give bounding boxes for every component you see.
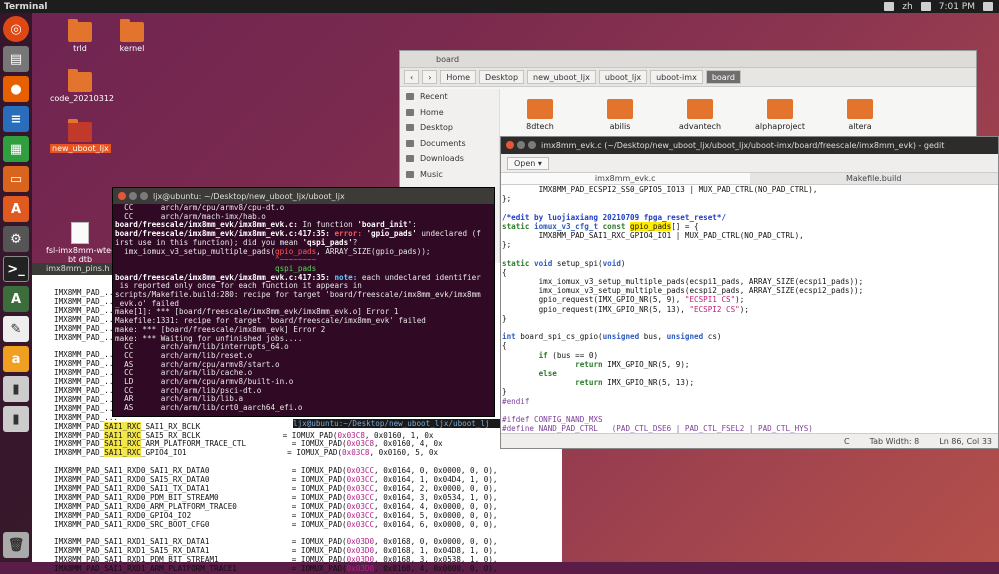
folder-item[interactable]: advantech xyxy=(660,99,740,131)
desktop-folder-kernel[interactable]: kernel xyxy=(102,19,162,53)
terminal-titlebar[interactable]: ljx@ubuntu: ~/Desktop/new_uboot_ljx/uboo… xyxy=(113,188,494,204)
gedit-code-view[interactable]: IMX8MM_PAD_ECSPI2_SS0_GPIO5_IO13 | MUX_P… xyxy=(501,185,998,433)
terminal-prompt-line[interactable]: ljx@ubuntu:~/Desktop/new_uboot_ljx/uboot… xyxy=(293,419,500,428)
crumb-uboot-ljx[interactable]: uboot_ljx xyxy=(598,70,648,84)
usb-drive-2-icon[interactable]: ▮ xyxy=(3,406,29,432)
sidebar-item-documents[interactable]: Documents xyxy=(400,136,499,152)
forward-button[interactable]: › xyxy=(422,70,438,84)
updater-icon[interactable]: A xyxy=(3,286,29,312)
folder-icon xyxy=(68,119,92,142)
terminal-window: ljx@ubuntu: ~/Desktop/new_uboot_ljx/uboo… xyxy=(112,187,495,417)
terminal-output[interactable]: CC arch/arm/cpu/armv8/cpu-dt.o CC arch/a… xyxy=(113,204,494,416)
sidebar-item-recent[interactable]: Recent xyxy=(400,89,499,105)
tab-imx8mm-evk[interactable]: imx8mm_evk.c xyxy=(501,173,750,184)
desktop-folder-new-uboot[interactable]: new_uboot_ljx xyxy=(50,119,111,153)
back-button[interactable]: ‹ xyxy=(404,70,420,84)
volume-icon[interactable] xyxy=(920,2,931,11)
desktop-file-dtb[interactable]: fsl-imx8mm-wte-bt dtb xyxy=(42,222,118,264)
folder-icon xyxy=(607,99,633,119)
desktop-folder-code[interactable]: code_20210312 xyxy=(50,69,114,103)
active-app-name[interactable]: Terminal xyxy=(0,2,48,12)
desktop-icon xyxy=(406,124,414,132)
calc-icon[interactable]: ▦ xyxy=(3,136,29,162)
file-icon xyxy=(71,222,89,244)
crumb-desktop[interactable]: Desktop xyxy=(479,70,525,84)
gedit-tabs: imx8mm_evk.c Makefile.build xyxy=(501,173,998,185)
fm-folder-grid: 8dtech abilis advantech alphaproject alt… xyxy=(500,91,976,131)
tab-makefile-build[interactable]: Makefile.build xyxy=(750,173,999,184)
minimize-icon[interactable] xyxy=(129,192,137,200)
open-button[interactable]: Open ▾ xyxy=(507,156,549,170)
close-icon[interactable] xyxy=(506,141,514,149)
fm-titlebar[interactable]: board xyxy=(400,51,976,68)
document-icon xyxy=(406,139,414,147)
clock-icon xyxy=(406,93,414,101)
folder-icon xyxy=(847,99,873,119)
folder-icon xyxy=(527,99,553,119)
usb-drive-icon[interactable]: ▮ xyxy=(3,376,29,402)
folder-icon xyxy=(767,99,793,119)
crumb-home[interactable]: Home xyxy=(440,70,477,84)
sidebar-item-downloads[interactable]: Downloads xyxy=(400,151,499,167)
fm-pathbar: ‹ › Home Desktop new_uboot_ljx uboot_ljx… xyxy=(400,68,976,87)
folder-icon xyxy=(68,19,92,42)
language-selector[interactable]: C xyxy=(844,437,850,446)
folder-item[interactable]: altera xyxy=(820,99,900,131)
trash-icon[interactable]: 🗑 xyxy=(3,532,29,558)
input-method-indicator[interactable]: zh xyxy=(902,2,912,12)
folder-icon xyxy=(687,99,713,119)
maximize-icon[interactable] xyxy=(140,192,148,200)
firefox-icon[interactable]: ● xyxy=(3,76,29,102)
folder-item[interactable]: abilis xyxy=(580,99,660,131)
settings-icon[interactable]: ⚙ xyxy=(3,226,29,252)
text-editor-icon[interactable]: ✎ xyxy=(3,316,29,342)
home-icon xyxy=(406,108,414,116)
gedit-titlebar[interactable]: imx8mm_evk.c (~/Desktop/new_uboot_ljx/ub… xyxy=(501,137,998,154)
gedit-window: imx8mm_evk.c (~/Desktop/new_uboot_ljx/ub… xyxy=(500,136,999,449)
writer-icon[interactable]: ≡ xyxy=(3,106,29,132)
gedit-statusbar: C Tab Width: 8 Ln 86, Col 33 xyxy=(501,433,998,448)
crumb-uboot-imx[interactable]: uboot-imx xyxy=(650,70,703,84)
folder-item[interactable]: 8dtech xyxy=(500,99,580,131)
gedit-toolbar: Open ▾ xyxy=(501,154,998,173)
ubuntu-dash-icon[interactable]: ◎ xyxy=(3,16,29,42)
folder-icon xyxy=(120,19,144,42)
power-icon[interactable] xyxy=(983,2,993,11)
network-icon[interactable] xyxy=(884,2,895,11)
launcher-dock: ◎ ▤ ● ≡ ▦ ▭ A ⚙ >_ A ✎ a ▮ ▮ 🗑 xyxy=(0,13,32,562)
impress-icon[interactable]: ▭ xyxy=(3,166,29,192)
crumb-board[interactable]: board xyxy=(705,70,741,84)
sidebar-item-desktop[interactable]: Desktop xyxy=(400,120,499,136)
clock[interactable]: 7:01 PM xyxy=(939,2,975,12)
folder-item[interactable]: alphaproject xyxy=(740,99,820,131)
minimize-icon[interactable] xyxy=(517,141,525,149)
tab-width-selector[interactable]: Tab Width: 8 xyxy=(870,437,920,446)
folder-icon xyxy=(68,69,92,92)
close-icon[interactable] xyxy=(118,192,126,200)
pins-editor-title[interactable]: imx8mm_pins.h xyxy=(32,263,112,275)
crumb-new-uboot[interactable]: new_uboot_ljx xyxy=(527,70,596,84)
software-center-icon[interactable]: A xyxy=(3,196,29,222)
maximize-icon[interactable] xyxy=(528,141,536,149)
desktop-folder-trld[interactable]: trld xyxy=(50,19,110,53)
cursor-position: Ln 86, Col 33 xyxy=(939,436,992,446)
top-panel: Terminal zh 7:01 PM xyxy=(0,0,999,13)
download-icon xyxy=(406,155,414,163)
sidebar-item-home[interactable]: Home xyxy=(400,105,499,121)
files-icon[interactable]: ▤ xyxy=(3,46,29,72)
music-icon xyxy=(406,170,414,178)
sidebar-item-music[interactable]: Music xyxy=(400,167,499,183)
terminal-icon[interactable]: >_ xyxy=(3,256,29,282)
amazon-icon[interactable]: a xyxy=(3,346,29,372)
